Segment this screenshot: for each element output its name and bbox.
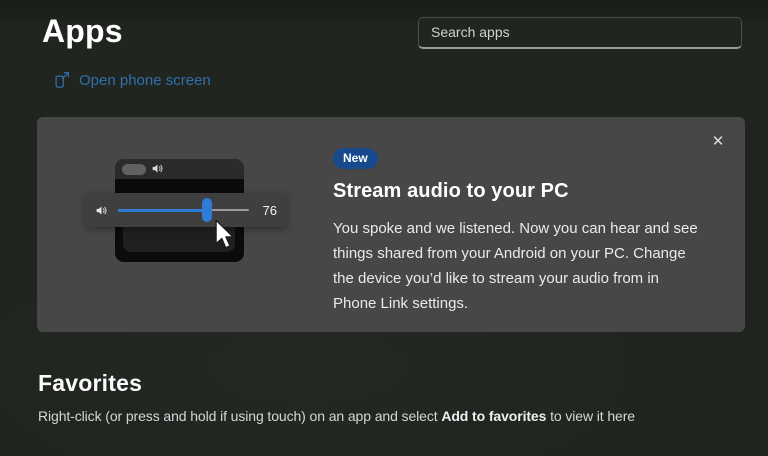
banner-title: Stream audio to your PC <box>333 180 569 203</box>
open-phone-screen-label: Open phone screen <box>79 72 211 89</box>
volume-value: 76 <box>259 203 277 218</box>
volume-icon <box>151 162 164 180</box>
stream-audio-illustration: 76 <box>37 117 333 332</box>
mini-phone-titlebar <box>115 159 244 179</box>
search-input[interactable] <box>419 18 741 47</box>
new-badge: New <box>333 148 378 169</box>
volume-icon-small <box>95 204 108 217</box>
close-icon[interactable]: ✕ <box>699 123 737 159</box>
stream-audio-banner: 76 New Stream audio to your PC You spoke… <box>37 117 745 332</box>
mini-toggle-pill <box>122 164 146 175</box>
volume-slider-thumb <box>202 198 212 222</box>
banner-description-line: You spoke and we listened. Now you can h… <box>333 216 698 241</box>
volume-flyout: 76 <box>85 193 287 227</box>
favorites-hint-prefix: Right-click (or press and hold if using … <box>38 408 441 424</box>
page-title: Apps <box>42 12 123 50</box>
volume-slider-fill <box>118 209 207 212</box>
favorites-title: Favorites <box>38 370 142 397</box>
banner-description-line: Phone Link settings. <box>333 291 698 316</box>
favorites-hint: Right-click (or press and hold if using … <box>38 408 758 424</box>
banner-description-line: the device you’d like to stream your aud… <box>333 266 698 291</box>
favorites-hint-bold: Add to favorites <box>441 408 546 424</box>
search-apps-field[interactable] <box>418 17 742 49</box>
favorites-hint-suffix: to view it here <box>546 408 635 424</box>
banner-description-line: things shared from your Android on your … <box>333 241 698 266</box>
mouse-cursor-icon <box>213 219 235 254</box>
phone-link-apps-page: Apps Open phone screen <box>0 0 768 456</box>
banner-description: You spoke and we listened. Now you can h… <box>333 216 698 316</box>
open-phone-screen-link[interactable]: Open phone screen <box>52 68 211 92</box>
open-phone-icon <box>52 70 70 90</box>
